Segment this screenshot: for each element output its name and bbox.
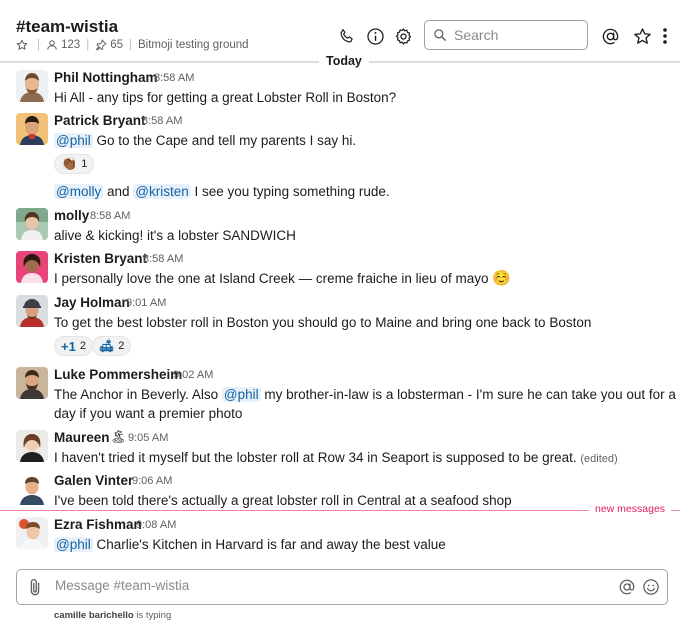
message-text-body: I haven't tried it myself but the lobste…: [54, 450, 577, 465]
at-icon[interactable]: [600, 26, 620, 46]
members-icon: [46, 39, 58, 51]
message-text: I haven't tried it myself but the lobste…: [54, 448, 618, 469]
message-composer[interactable]: [16, 569, 668, 605]
avatar[interactable]: [16, 113, 48, 145]
author-name[interactable]: molly: [54, 208, 89, 223]
channel-name[interactable]: #team-wistia: [16, 17, 118, 37]
message-text: alive & kicking! it's a lobster SANDWICH: [54, 228, 296, 243]
at-icon[interactable]: [618, 578, 636, 596]
message-text-body: Charlie's Kitchen in Harvard is far and …: [96, 537, 446, 552]
typing-suffix: is typing: [136, 610, 172, 621]
search-input[interactable]: [454, 27, 574, 43]
reaction-emoji: 👏🏾: [61, 156, 78, 171]
message-text-body: Go to the Cape and tell my parents I say…: [96, 133, 357, 148]
author-name[interactable]: Luke Pommersheim: [54, 367, 182, 382]
author-name[interactable]: Ezra Fishman: [54, 517, 142, 532]
author-name[interactable]: Kristen Bryant: [54, 251, 147, 266]
avatar[interactable]: [16, 473, 48, 505]
pin-icon: [95, 39, 107, 51]
avatar[interactable]: [16, 295, 48, 327]
reaction-count: 1: [81, 158, 88, 170]
avatar[interactable]: [16, 517, 48, 549]
message-text: @molly and @kristen I see you typing som…: [54, 182, 390, 201]
channel-topic[interactable]: Bitmoji testing ground: [138, 39, 249, 51]
message-text: I personally love the one at Island Cree…: [54, 269, 511, 288]
edited-label: (edited): [580, 453, 618, 465]
star-icon[interactable]: [632, 26, 652, 46]
avatar[interactable]: [16, 70, 48, 102]
reaction-emoji: 🛋: [99, 339, 115, 353]
timestamp[interactable]: 9:01 AM: [126, 297, 166, 309]
reaction-plus-one[interactable]: +1 2: [54, 336, 93, 356]
timestamp[interactable]: 9:05 AM: [128, 432, 168, 444]
gear-icon[interactable]: [393, 26, 413, 46]
timestamp[interactable]: 9:02 AM: [173, 369, 213, 381]
user-mention[interactable]: @molly: [54, 184, 104, 199]
reaction-count: 2: [118, 340, 125, 352]
status-emoji[interactable]: 🏝: [110, 429, 127, 445]
message-text: I've been told there's actually a great …: [54, 493, 512, 508]
paperclip-icon[interactable]: [28, 578, 42, 596]
avatar[interactable]: [16, 367, 48, 399]
author-name[interactable]: Maureen: [54, 430, 110, 445]
message-input[interactable]: [55, 578, 555, 593]
message-text-body: I personally love the one at Island Cree…: [54, 271, 489, 286]
message-text: @phil Go to the Cape and tell my parents…: [54, 131, 356, 150]
message-text-body: I see you typing something rude.: [194, 184, 390, 199]
emoji-icon[interactable]: [642, 578, 660, 596]
member-count[interactable]: 123: [61, 39, 80, 51]
user-mention[interactable]: @phil: [54, 537, 93, 552]
message-text: The Anchor in Beverly. Also @phil my bro…: [54, 385, 676, 404]
message-text: Hi All - any tips for getting a great Lo…: [54, 90, 397, 105]
typing-indicator: camille barichello is typing: [54, 610, 171, 621]
avatar[interactable]: [16, 251, 48, 283]
info-icon[interactable]: [365, 26, 385, 46]
timestamp[interactable]: 8:58 AM: [90, 210, 130, 222]
message-text-body: my brother-in-law is a lobsterman - I'm …: [264, 387, 676, 402]
avatar[interactable]: [16, 430, 48, 462]
channel-meta: | 123 | 65 | Bitmoji testing ground: [16, 39, 249, 51]
user-mention[interactable]: @phil: [221, 387, 261, 402]
avatar[interactable]: [16, 208, 48, 240]
message-text: @phil Charlie's Kitchen in Harvard is fa…: [54, 535, 446, 554]
timestamp[interactable]: 9:08 AM: [136, 519, 176, 531]
star-icon[interactable]: [16, 39, 28, 51]
timestamp[interactable]: 8:58 AM: [142, 115, 182, 127]
message-text-body: The Anchor in Beverly. Also: [54, 387, 219, 402]
reaction-clap[interactable]: 👏🏾 1: [54, 154, 95, 174]
relieved-face-emoji: ☺️: [492, 270, 511, 287]
day-divider-label[interactable]: Today: [319, 54, 369, 68]
timestamp[interactable]: 9:06 AM: [132, 475, 172, 487]
reaction-count: 2: [79, 340, 86, 352]
channel-header: #team-wistia | 123 | 65 | Bitmoji testin…: [0, 0, 680, 62]
search-box[interactable]: [424, 20, 588, 50]
user-mention[interactable]: @kristen: [133, 184, 191, 199]
more-icon[interactable]: [658, 26, 672, 46]
reaction-emoji: +1: [61, 338, 76, 354]
new-messages-label[interactable]: new messages: [589, 503, 672, 515]
message-text: day if you want a premier photo: [54, 406, 243, 421]
timestamp[interactable]: 8:58 AM: [154, 72, 194, 84]
pinned-count[interactable]: 65: [110, 39, 123, 51]
author-name[interactable]: Jay Holman: [54, 295, 130, 310]
timestamp[interactable]: 8:58 AM: [143, 253, 183, 265]
author-name[interactable]: Patrick Bryant: [54, 113, 146, 128]
search-icon: [433, 28, 447, 42]
author-name[interactable]: Galen Vinter: [54, 473, 133, 488]
typing-user: camille barichello: [54, 610, 134, 621]
user-mention[interactable]: @phil: [54, 133, 93, 148]
conjunction: and: [106, 184, 130, 199]
new-messages-divider: [0, 510, 680, 511]
phone-icon[interactable]: [337, 26, 357, 46]
reaction-custom[interactable]: 🛋 2: [92, 336, 132, 356]
message-text: To get the best lobster roll in Boston y…: [54, 315, 592, 330]
author-name[interactable]: Phil Nottingham: [54, 70, 158, 85]
